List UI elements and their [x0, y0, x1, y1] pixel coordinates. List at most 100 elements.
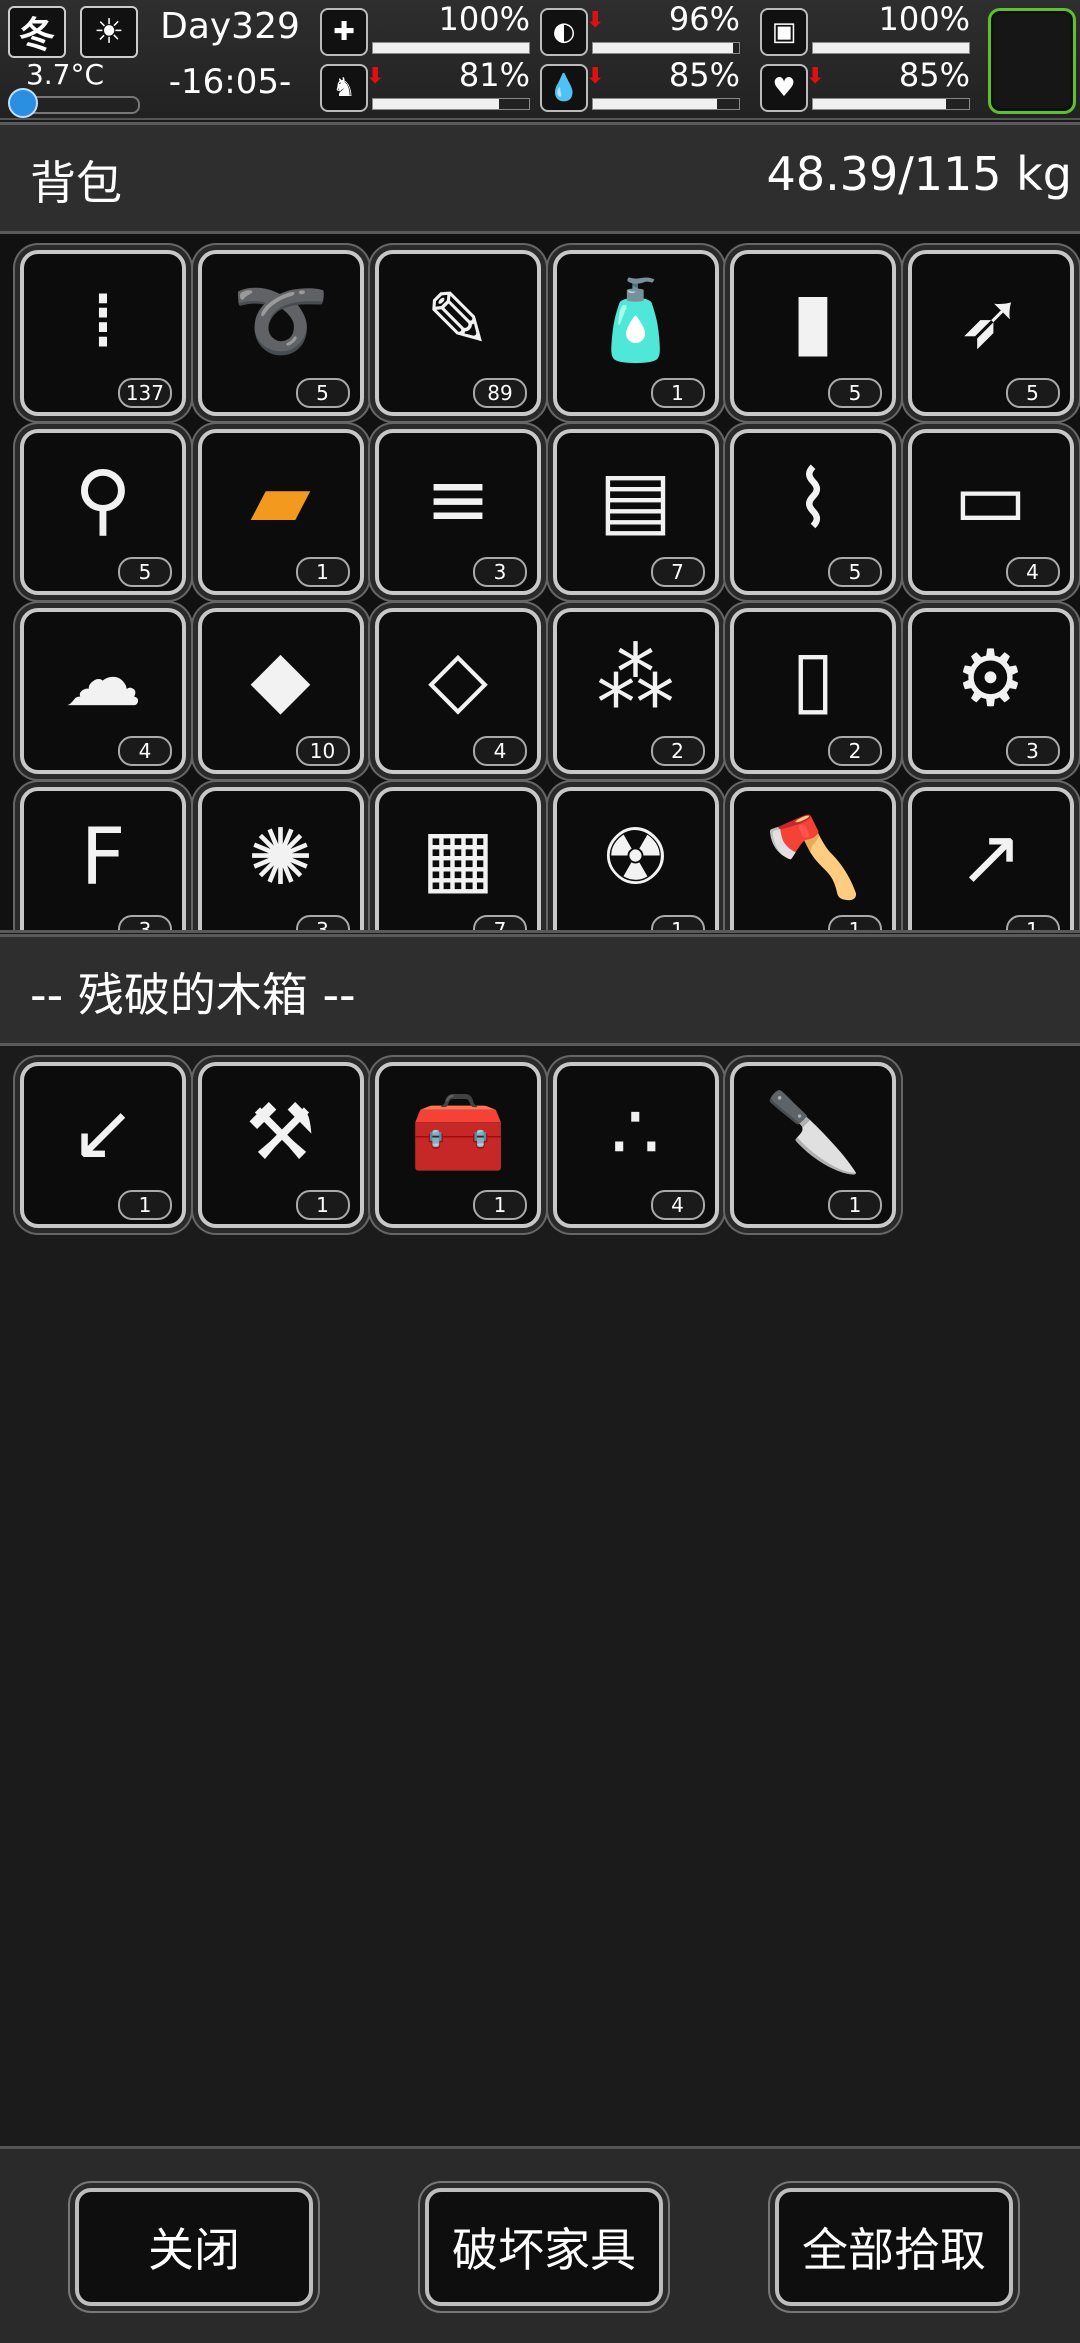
logs-icon: ≡ — [425, 455, 491, 545]
inventory-slot[interactable]: ▮ 5 — [730, 250, 896, 416]
inventory-slot[interactable]: ✎ 89 — [375, 250, 541, 416]
leg-icon: ♞ — [320, 64, 368, 112]
status-bar: 冬 ☀ 3.7°C Day329 -16:05- ✚ 100% ◐ ⬇ 96% … — [0, 0, 1080, 120]
close-button[interactable]: 关闭 — [75, 2188, 313, 2306]
rope-icon: ➰ — [231, 275, 330, 366]
arrow-icon: ➶ — [957, 276, 1024, 366]
inventory-slot[interactable]: ⚲ 5 — [20, 429, 186, 595]
fertilizer-bag-icon: F — [80, 813, 126, 903]
mood-stat: ♥ ⬇ 85% — [760, 56, 970, 114]
down-arrow-icon: ⬇ — [586, 8, 605, 33]
gears-icon: ⚙ — [955, 634, 1026, 724]
inventory-slot[interactable]: ➶ 5 — [907, 250, 1074, 416]
item-count: 1 — [295, 1190, 350, 1220]
item-count: 89 — [473, 378, 527, 408]
thirst-stat: 💧 ⬇ 85% — [540, 56, 740, 114]
item-count: 1 — [650, 915, 705, 930]
inventory-slot[interactable]: ≡ 3 — [375, 429, 541, 595]
item-count: 2 — [650, 736, 705, 766]
take-all-button[interactable]: 全部拾取 — [775, 2188, 1013, 2306]
axe-icon: 🪓 — [764, 812, 862, 903]
stamina-value: 81% — [458, 56, 530, 94]
item-count: 1 — [828, 915, 882, 930]
inventory-slot[interactable]: ◆ 10 — [197, 608, 364, 774]
inventory-slot[interactable]: ⚒ 1 — [197, 1062, 364, 1228]
destroy-furniture-button[interactable]: 破坏家具 — [425, 2188, 663, 2306]
item-count: 4 — [650, 1190, 705, 1220]
item-count: 2 — [828, 736, 882, 766]
down-arrow-icon: ⬇ — [806, 64, 825, 89]
scrap-icon: ⌇ — [793, 455, 833, 545]
inventory-slot[interactable]: ▤ 7 — [552, 429, 719, 595]
inventory-slot[interactable]: ↙ 1 — [20, 1062, 186, 1228]
inventory-slot[interactable]: ➰ 5 — [197, 250, 364, 416]
inventory-slot[interactable]: ↗ 1 — [907, 787, 1074, 930]
equipped-slot[interactable] — [988, 8, 1076, 114]
item-count: 1 — [650, 378, 705, 408]
item-count: 10 — [295, 736, 350, 766]
health-value: 100% — [438, 0, 530, 38]
inventory-slot[interactable]: ▰ 1 — [197, 429, 364, 595]
glass-shards-icon: ◇ — [428, 634, 488, 724]
medkit-icon: ✚ — [320, 8, 368, 56]
item-count: 4 — [473, 736, 527, 766]
thirst-value: 85% — [668, 56, 740, 94]
day-counter: Day329 — [160, 6, 300, 47]
inventory-slot[interactable]: F3 — [20, 787, 186, 930]
inventory-slot[interactable]: 🧰 1 — [375, 1062, 541, 1228]
spear-icon: ↙ — [70, 1088, 136, 1178]
game-time: -16:05- — [168, 62, 292, 102]
backpack-header: 背包 48.39/115 kg — [0, 122, 1080, 234]
item-count: 5 — [1005, 378, 1060, 408]
toolbox-icon: 🧰 — [409, 1087, 507, 1178]
item-count: 5 — [118, 557, 172, 587]
inventory-slot[interactable]: ∴ 4 — [552, 1062, 719, 1228]
item-count: 7 — [650, 557, 705, 587]
heart-icon: ♥ — [760, 64, 808, 112]
inventory-slot[interactable]: ⁂ 2 — [552, 608, 719, 774]
sun-icon: ☀ — [80, 6, 138, 58]
water-bottle-icon: 🧴 — [586, 275, 685, 366]
tribal-spear-icon: ↗ — [957, 813, 1024, 903]
item-count: 1 — [1005, 915, 1060, 930]
backpack-weight: 48.39/115 kg — [766, 147, 1072, 201]
spear-head-icon: ⚲ — [74, 455, 132, 545]
item-count: 4 — [118, 736, 172, 766]
container-title: -- 残破的木箱 -- — [30, 968, 356, 1022]
container-header: -- 残破的木箱 -- — [0, 934, 1080, 1046]
inventory-slot[interactable]: ▭ 4 — [907, 429, 1074, 595]
down-arrow-icon: ⬇ — [586, 64, 605, 89]
container-grid[interactable]: ↙ 1 ⚒ 1 🧰 1 ∴ 4 🔪 1 — [0, 1046, 1080, 2140]
cloth-icon: ☁ — [64, 634, 142, 724]
inventory-slot[interactable]: ▯ 2 — [730, 608, 896, 774]
inventory-slot[interactable]: ✺ 3 — [197, 787, 364, 930]
inventory-slot[interactable]: 🪓 1 — [730, 787, 896, 930]
fiber-icon: ✺ — [247, 813, 314, 903]
inventory-slot[interactable]: 🔪 1 — [730, 1062, 896, 1228]
inventory-slot[interactable]: ⚙ 3 — [907, 608, 1074, 774]
down-arrow-icon: ⬇ — [366, 64, 385, 89]
water-drop-icon: 💧 — [540, 64, 588, 112]
mood-value: 85% — [898, 56, 970, 94]
pellets-icon: ∴ — [610, 1088, 661, 1178]
inventory-slot[interactable]: 🧴 1 — [552, 250, 719, 416]
item-count: 3 — [118, 915, 172, 930]
wood-blocks-icon: ▦ — [421, 813, 495, 903]
item-count: 1 — [295, 557, 350, 587]
item-count: 3 — [473, 557, 527, 587]
season-indicator: 冬 — [8, 6, 66, 58]
temperature-knob — [8, 88, 38, 118]
stamina-stat: ♞ ⬇ 81% — [320, 56, 530, 114]
hunger-value: 96% — [668, 0, 740, 38]
backpack-title: 背包 — [30, 156, 122, 210]
inventory-slot[interactable]: ⌇ 5 — [730, 429, 896, 595]
planks-icon: ▤ — [598, 455, 673, 545]
item-count: 1 — [118, 1190, 172, 1220]
inventory-slot[interactable]: ☁ 4 — [20, 608, 186, 774]
inventory-slot[interactable]: ☢ 1 — [552, 787, 719, 930]
inventory-slot[interactable]: ◇ 4 — [375, 608, 541, 774]
inventory-slot[interactable]: ⁞ 137 — [20, 250, 186, 416]
bullets-icon: ⁞ — [90, 276, 116, 366]
inventory-slot[interactable]: ▦ 7 — [375, 787, 541, 930]
backpack-grid[interactable]: ⁞ 137 ➰ 5 ✎ 89 🧴 1 ▮ 5 ➶ 5 ⚲ 5 ▰ 1 ≡ 3 ▤ 7 ⌇ 5 ▭ 4 ☁ 4 ◆ 10 ◇ 4 ⁂ 2 ▯ 2 ⚙ 3… — [0, 234, 1080, 933]
